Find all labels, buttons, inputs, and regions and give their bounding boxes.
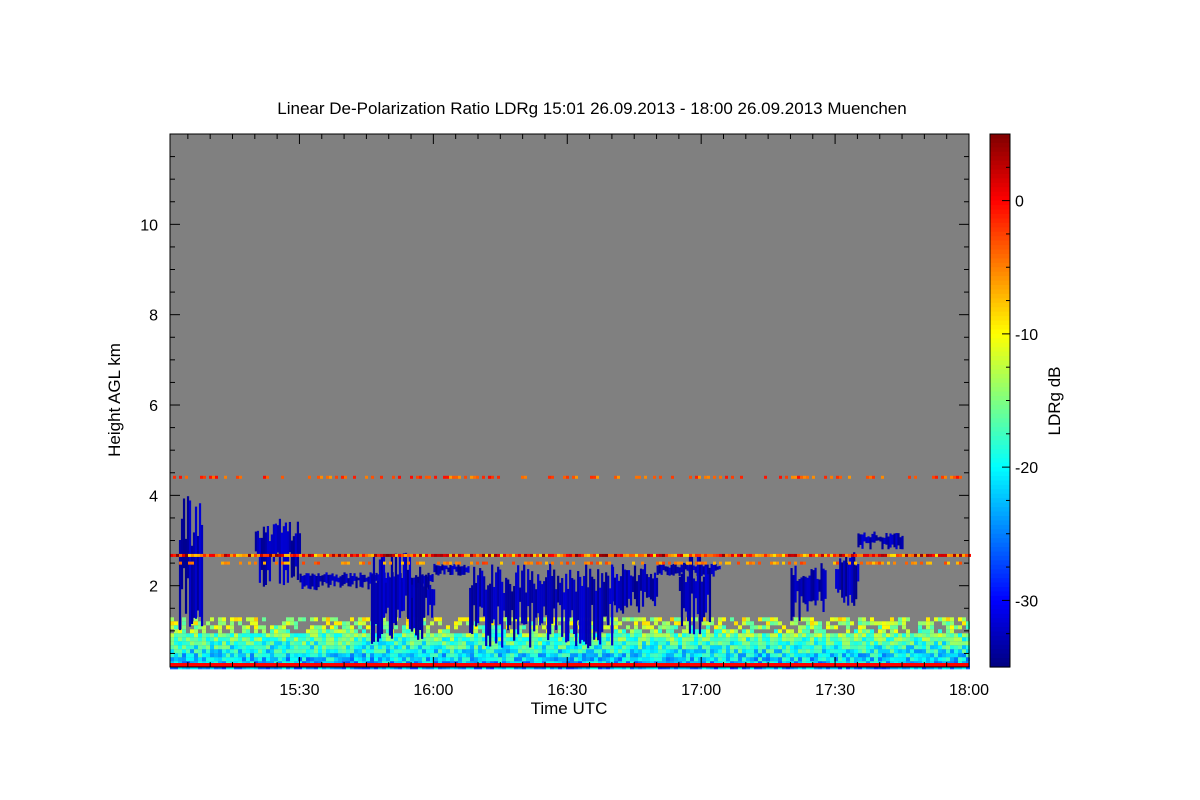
surface-noise-layer (170, 617, 970, 670)
colorbar-tick-label: -30 (1015, 593, 1038, 610)
chart-title: Linear De-Polarization Ratio LDRg 15:01 … (277, 99, 906, 118)
x-tick-label: 17:30 (815, 682, 855, 699)
x-tick-label: 16:30 (547, 682, 587, 699)
ldr-chart: 15:30 16:00 16:30 17:00 17:30 18:00 2 4 6 8 10 0 -1… (105, 99, 1064, 718)
y-axis-title: Height AGL km (105, 343, 124, 457)
y-tick-label: 10 (140, 217, 158, 234)
x-tick-label: 15:30 (279, 682, 319, 699)
y-tick-label: 4 (149, 488, 158, 505)
heatmap-plot-area (170, 134, 971, 670)
colorbar: 0 -10 -20 -30 (989, 133, 1038, 668)
y-tick-label: 2 (149, 579, 158, 596)
colorbar-tick-label: 0 (1015, 194, 1024, 211)
colorbar-tick-label: -20 (1015, 460, 1038, 477)
x-tick-label: 17:00 (681, 682, 721, 699)
ground-line (170, 663, 969, 667)
y-tick-label: 8 (149, 308, 158, 325)
x-tick-label: 18:00 (949, 682, 989, 699)
colorbar-title: LDRg dB (1045, 367, 1064, 436)
y-tick-label: 6 (149, 398, 158, 415)
x-tick-label: 16:00 (413, 682, 453, 699)
level-line-upper (170, 553, 971, 557)
colorbar-tick-label: -10 (1015, 327, 1038, 344)
x-axis-title: Time UTC (531, 699, 608, 718)
